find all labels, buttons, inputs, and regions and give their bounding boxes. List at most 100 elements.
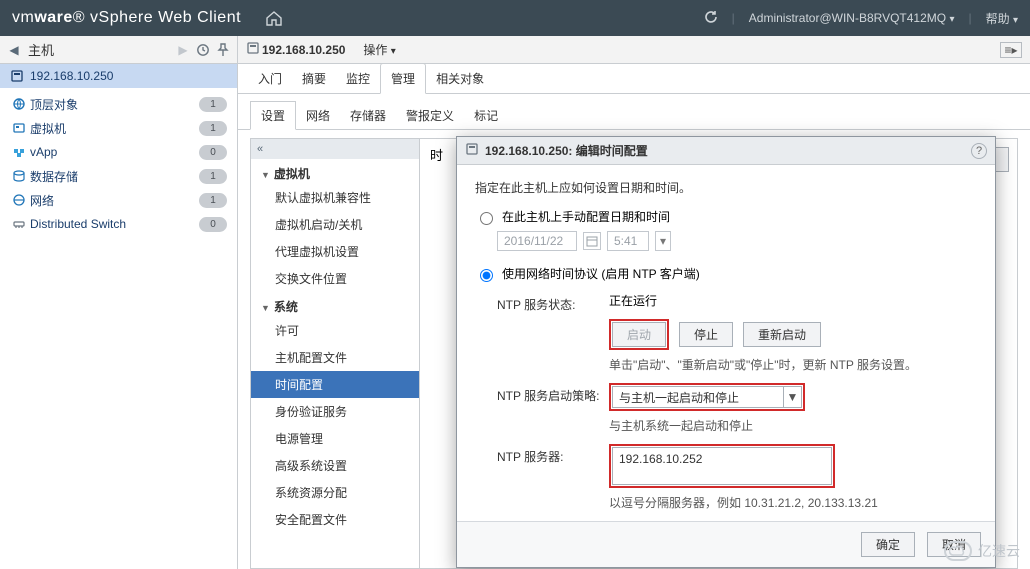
chevron-down-icon[interactable]: ▼ [783, 387, 801, 407]
brand: vmware® vSphere Web Client [12, 9, 241, 27]
tree-item-dswitch[interactable]: Distributed Switch 0 [0, 212, 237, 236]
ntp-start-button[interactable]: 启动 [612, 322, 666, 347]
cloud-icon [944, 541, 972, 561]
user-menu[interactable]: Administrator@WIN-B8RVQT412MQ ▾ [749, 11, 955, 25]
vm-icon [12, 121, 26, 135]
nav-resource[interactable]: 系统资源分配 [251, 479, 419, 506]
ntp-status-label: NTP 服务状态: [497, 292, 609, 313]
subtab-network[interactable]: 网络 [296, 102, 340, 129]
time-config-dialog: 192.168.10.250: 编辑时间配置 ? 指定在此主机上应如何设置日期和… [456, 136, 996, 568]
primary-tabs: 入门 摘要 监控 管理 相关对象 [238, 64, 1030, 94]
nav-vm-startstop[interactable]: 虚拟机启动/关机 [251, 211, 419, 238]
date-field[interactable]: 2016/11/22 [497, 231, 577, 251]
ntp-restart-button[interactable]: 重新启动 [743, 322, 821, 347]
panel-toggle-icon[interactable]: ≡▸ [1000, 42, 1022, 58]
host-icon [465, 142, 479, 159]
tree-label: 数据存储 [30, 168, 78, 185]
radio-manual[interactable]: 在此主机上手动配置日期和时间 [475, 208, 977, 225]
subtab-storage[interactable]: 存储器 [340, 102, 396, 129]
ntp-policy-select[interactable]: 与主机一起启动和停止 ▼ [612, 386, 802, 408]
subtab-tag[interactable]: 标记 [464, 102, 508, 129]
highlight: 与主机一起启动和停止 ▼ [609, 383, 805, 411]
switch-icon [12, 217, 26, 231]
host-label: 192.168.10.250 [262, 43, 345, 57]
nav-forward-icon[interactable]: ▶ [175, 42, 191, 58]
nav-advanced[interactable]: 高级系统设置 [251, 452, 419, 479]
inventory-host-label: 192.168.10.250 [30, 69, 113, 83]
inventory-tree: 顶层对象 1 虚拟机 1 vApp 0 数据存储 1 网络 1 [0, 88, 237, 236]
network-icon [12, 193, 26, 207]
time-stepper-icon[interactable]: ▾ [655, 231, 671, 251]
refresh-icon[interactable] [704, 10, 718, 27]
inventory-panel: 192.168.10.250 顶层对象 1 虚拟机 1 vApp 0 数据存储 … [0, 64, 238, 569]
help-icon[interactable]: ? [971, 143, 987, 159]
nav-host-profile[interactable]: 主机配置文件 [251, 344, 419, 371]
ntp-stop-button[interactable]: 停止 [679, 322, 733, 347]
radio-manual-input[interactable] [480, 212, 493, 225]
top-bar: vmware® vSphere Web Client | Administrat… [0, 0, 1030, 36]
tree-item-top[interactable]: 顶层对象 1 [0, 92, 237, 116]
subtab-alarm[interactable]: 警报定义 [396, 102, 464, 129]
home-icon[interactable] [265, 10, 283, 26]
tree-item-datastore[interactable]: 数据存储 1 [0, 164, 237, 188]
ok-button[interactable]: 确定 [861, 532, 915, 557]
actions-menu[interactable]: 操作 ▾ [363, 41, 395, 58]
watermark: 亿速云 [944, 541, 1020, 561]
calendar-icon[interactable] [583, 232, 601, 250]
breadcrumb-bar: ◀ 主机 ▶ 192.168.10.250 操作 ▾ ≡▸ [0, 36, 1030, 64]
nav-group-system[interactable]: 系统 [251, 292, 419, 317]
brand-bold: ware [34, 9, 72, 26]
nav-power[interactable]: 电源管理 [251, 425, 419, 452]
dialog-body: 指定在此主机上应如何设置日期和时间。 在此主机上手动配置日期和时间 2016/1… [457, 165, 995, 521]
tab-summary[interactable]: 摘要 [292, 64, 336, 93]
ntp-service-hint: 单击"启动"、"重新启动"或"停止"时，更新 NTP 服务设置。 [609, 356, 977, 373]
ntp-policy-label: NTP 服务启动策略: [497, 383, 609, 404]
highlight: 192.168.10.252 [609, 444, 835, 488]
ntp-controls: 启动 停止 重新启动 [609, 319, 977, 350]
nav-vm-swap[interactable]: 交换文件位置 [251, 265, 419, 292]
radio-ntp-label: 使用网络时间协议 (启用 NTP 客户端) [502, 265, 700, 282]
nav-time-config[interactable]: 时间配置 [251, 371, 419, 398]
dialog-description: 指定在此主机上应如何设置日期和时间。 [475, 179, 977, 196]
count-badge: 0 [199, 145, 227, 160]
count-badge: 1 [199, 193, 227, 208]
actions-label: 操作 [363, 43, 387, 57]
tree-item-vm[interactable]: 虚拟机 1 [0, 116, 237, 140]
tree-label: vApp [30, 145, 57, 159]
history-icon[interactable] [195, 42, 211, 58]
collapse-toggle[interactable]: « [251, 139, 419, 159]
time-field[interactable]: 5:41 [607, 231, 649, 251]
nav-back-icon[interactable]: ◀ [6, 42, 22, 58]
tab-related[interactable]: 相关对象 [426, 64, 494, 93]
settings-nav: « 虚拟机 默认虚拟机兼容性 虚拟机启动/关机 代理虚拟机设置 交换文件位置 系… [250, 138, 420, 569]
ntp-servers-input[interactable]: 192.168.10.252 [612, 447, 832, 485]
tab-manage[interactable]: 管理 [380, 63, 426, 94]
dialog-footer: 确定 取消 [457, 521, 995, 567]
nav-group-vm[interactable]: 虚拟机 [251, 159, 419, 184]
ntp-status-value: 正在运行 [609, 292, 977, 309]
help-menu[interactable]: 帮助 ▾ [986, 10, 1018, 27]
nav-auth[interactable]: 身份验证服务 [251, 398, 419, 425]
nav-vm-agent[interactable]: 代理虚拟机设置 [251, 238, 419, 265]
separator: | [968, 11, 971, 25]
nav-vm-compat[interactable]: 默认虚拟机兼容性 [251, 184, 419, 211]
tree-item-network[interactable]: 网络 1 [0, 188, 237, 212]
inventory-host-row[interactable]: 192.168.10.250 [0, 64, 237, 88]
dialog-titlebar[interactable]: 192.168.10.250: 编辑时间配置 ? [457, 137, 995, 165]
radio-ntp-input[interactable] [480, 269, 493, 282]
tree-label: 顶层对象 [30, 96, 78, 113]
tab-getting-started[interactable]: 入门 [248, 64, 292, 93]
host-header: 192.168.10.250 操作 ▾ ≡▸ [238, 36, 1030, 63]
tree-item-vapp[interactable]: vApp 0 [0, 140, 237, 164]
tab-monitor[interactable]: 监控 [336, 64, 380, 93]
ntp-servers-hint: 以逗号分隔服务器，例如 10.31.21.2, 20.133.13.21 [609, 494, 977, 511]
radio-ntp[interactable]: 使用网络时间协议 (启用 NTP 客户端) [475, 265, 977, 282]
breadcrumb-label[interactable]: 主机 [28, 40, 171, 59]
subtab-settings[interactable]: 设置 [250, 101, 296, 130]
pin-icon[interactable] [215, 42, 231, 58]
ntp-policy-value: 与主机一起启动和停止 [613, 389, 783, 406]
nav-license[interactable]: 许可 [251, 317, 419, 344]
ntp-servers-label: NTP 服务器: [497, 444, 609, 465]
nav-security[interactable]: 安全配置文件 [251, 506, 419, 533]
main-panel: 入门 摘要 监控 管理 相关对象 设置 网络 存储器 警报定义 标记 « 虚拟机… [238, 64, 1030, 569]
